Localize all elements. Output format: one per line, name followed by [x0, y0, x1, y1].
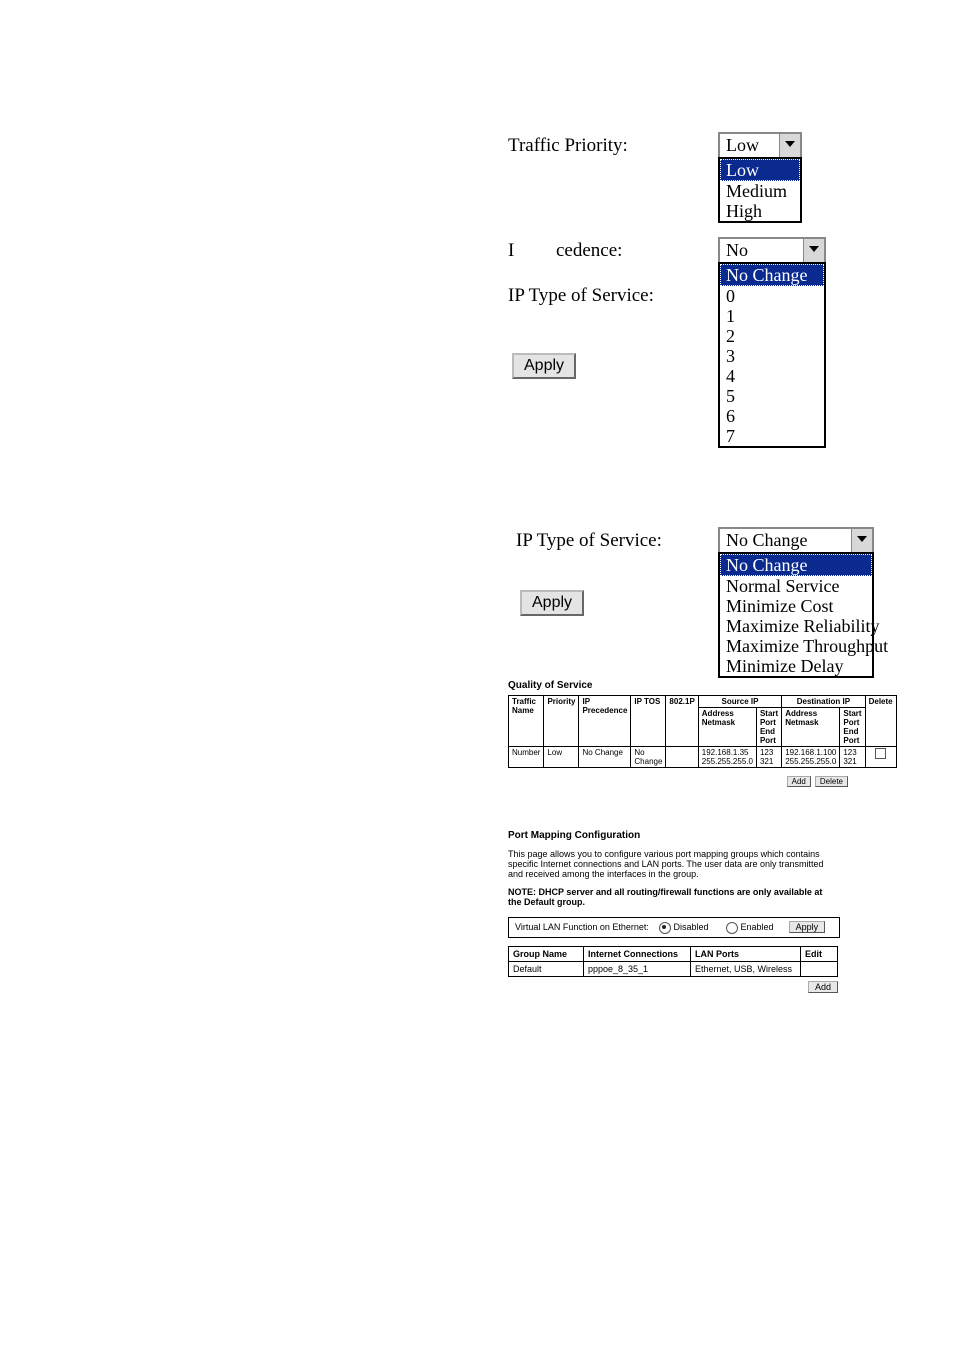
pm-data-row: Default pppoe_8_35_1 Ethernet, USB, Wire… [509, 961, 838, 976]
ip-tos-options[interactable]: No Change Normal Service Minimize Cost M… [718, 552, 874, 678]
port-mapping-desc: This page allows you to configure variou… [508, 849, 838, 879]
col-delete: Delete [865, 696, 896, 747]
port-mapping-table: Group Name Internet Connections LAN Port… [508, 946, 838, 977]
col-src-addr: Address Netmask [698, 708, 756, 747]
col-ip-precedence: IP Precedence [579, 696, 631, 747]
pm-col-lan: LAN Ports [691, 946, 801, 961]
qos-add-button[interactable]: Add [787, 776, 811, 787]
pm-cell-lan: Ethernet, USB, Wireless [691, 961, 801, 976]
ip-precedence-options[interactable]: No Change 0 1 2 3 4 5 6 7 [718, 262, 826, 448]
port-mapping-title: Port Mapping Configuration [508, 830, 848, 841]
ip-tos-label-2: IP Type of Service: [516, 530, 662, 552]
option-nochange[interactable]: No Change [720, 264, 824, 286]
apply-button-1[interactable]: Apply [512, 353, 576, 379]
cell-src-port: 123 321 [756, 747, 781, 768]
port-mapping-note: NOTE: DHCP server and all routing/firewa… [508, 887, 838, 907]
pm-col-edit: Edit [801, 946, 838, 961]
option-0[interactable]: 0 [720, 286, 824, 306]
vlan-label: Virtual LAN Function on Ethernet: [515, 922, 649, 932]
vlan-disabled-label: Disabled [673, 922, 708, 932]
cell-ip-tos: No Change [631, 747, 666, 768]
option-2[interactable]: 2 [720, 326, 824, 346]
ip-tos-value: No Change [726, 530, 807, 550]
option-nochange[interactable]: No Change [720, 554, 872, 576]
apply-button-2[interactable]: Apply [520, 590, 584, 616]
pm-cell-edit[interactable] [801, 961, 838, 976]
vlan-row: Virtual LAN Function on Ethernet: Disabl… [508, 917, 840, 938]
option-5[interactable]: 5 [720, 386, 824, 406]
qos-data-row: Number Low No Change No Change 192.168.1… [509, 747, 897, 768]
qos-header-row: Traffic Name Priority IP Precedence IP T… [509, 696, 897, 708]
vlan-disabled-radio[interactable] [659, 922, 671, 934]
traffic-priority-options[interactable]: Low Medium High [718, 157, 802, 223]
ip-tos-label-1: IP Type of Service: [508, 285, 654, 307]
option-7[interactable]: 7 [720, 426, 824, 446]
col-dst-addr: Address Netmask [782, 708, 840, 747]
dropdown-arrow-icon [779, 134, 800, 157]
delete-checkbox[interactable] [875, 748, 886, 759]
cell-src-addr: 192.168.1.35 255.255.255.0 [698, 747, 756, 768]
ip-precedence-label-right: cedence: [556, 240, 622, 262]
pm-col-internet: Internet Connections [584, 946, 691, 961]
pm-cell-group: Default [509, 961, 584, 976]
option-3[interactable]: 3 [720, 346, 824, 366]
cell-traffic-name: Number [509, 747, 544, 768]
traffic-priority-label: Traffic Priority: [508, 135, 628, 157]
col-source-ip: Source IP [698, 696, 781, 708]
col-dest-ip: Destination IP [782, 696, 865, 708]
col-priority: Priority [544, 696, 579, 747]
col-traffic-name: Traffic Name [509, 696, 544, 747]
option-mindelay[interactable]: Minimize Delay [720, 656, 872, 676]
vlan-enabled-radio[interactable] [726, 922, 738, 934]
option-high[interactable]: High [720, 201, 800, 221]
cell-8021p [666, 747, 698, 768]
option-low[interactable]: Low [720, 159, 800, 181]
cell-ip-precedence: No Change [579, 747, 631, 768]
cell-delete[interactable] [865, 747, 896, 768]
option-maxthr[interactable]: Maximize Throughput [720, 636, 872, 656]
cell-dst-port: 123 321 [840, 747, 865, 768]
vlan-enabled-label: Enabled [741, 922, 774, 932]
ip-tos-select[interactable]: No Change [718, 527, 874, 554]
option-1[interactable]: 1 [720, 306, 824, 326]
qos-title: Quality of Service [508, 680, 848, 691]
option-normal[interactable]: Normal Service [720, 576, 872, 596]
port-mapping-add-button[interactable]: Add [808, 981, 838, 993]
cell-priority: Low [544, 747, 579, 768]
option-medium[interactable]: Medium [720, 181, 800, 201]
option-6[interactable]: 6 [720, 406, 824, 426]
col-ip-tos: IP TOS [631, 696, 666, 747]
ip-precedence-label-left: I [508, 240, 514, 262]
vlan-apply-button[interactable]: Apply [789, 921, 826, 933]
col-8021p: 802.1P [666, 696, 698, 747]
cell-dst-addr: 192.168.1.100 255.255.255.0 [782, 747, 840, 768]
option-4[interactable]: 4 [720, 366, 824, 386]
traffic-priority-select[interactable]: Low [718, 132, 802, 159]
qos-delete-button[interactable]: Delete [815, 776, 848, 787]
option-mincost[interactable]: Minimize Cost [720, 596, 872, 616]
traffic-priority-value: Low [726, 135, 759, 155]
col-dst-port: Start Port End Port [840, 708, 865, 747]
dropdown-arrow-icon [851, 529, 872, 552]
pm-cell-internet: pppoe_8_35_1 [584, 961, 691, 976]
option-maxrel[interactable]: Maximize Reliability [720, 616, 872, 636]
col-src-port: Start Port End Port [756, 708, 781, 747]
pm-col-group: Group Name [509, 946, 584, 961]
qos-table: Traffic Name Priority IP Precedence IP T… [508, 695, 897, 768]
